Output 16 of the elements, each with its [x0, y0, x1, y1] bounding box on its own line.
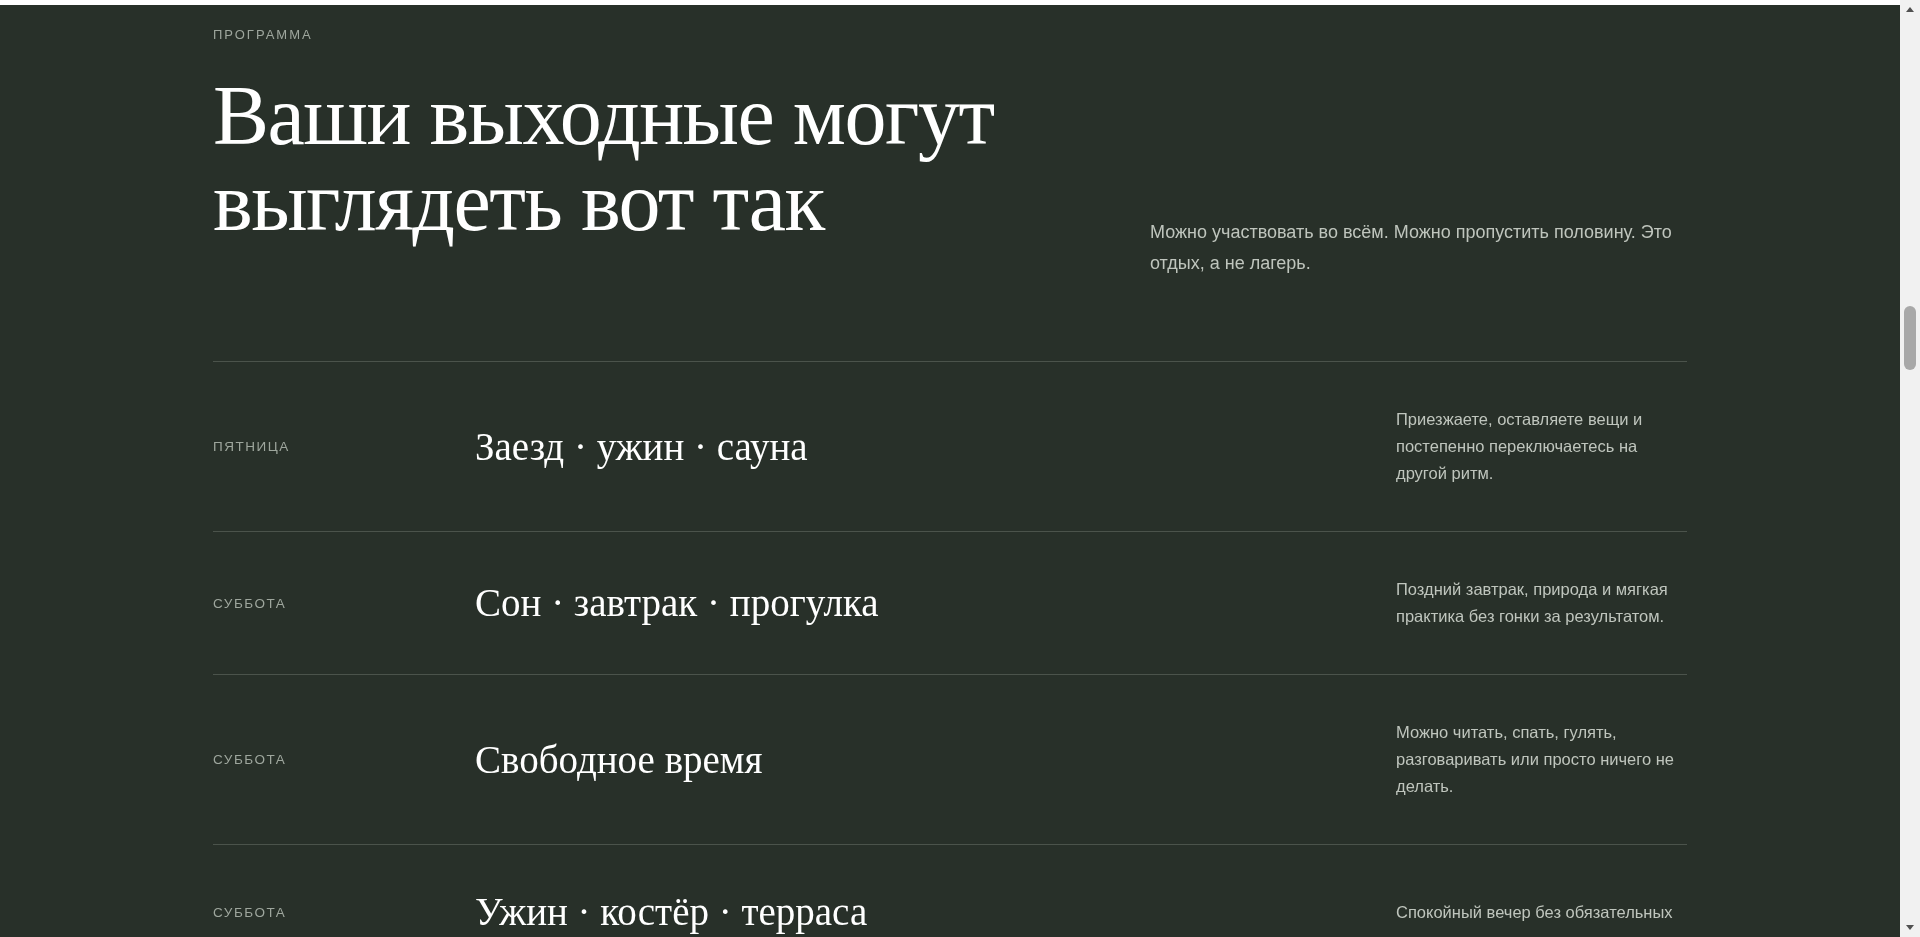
intro-text: Можно участвовать во всём. Можно пропустить половину. Это отдых, а не лагерь. [1150, 221, 1673, 275]
activity-title: Сон · завтрак · прогулка [475, 580, 879, 626]
day-label: ПЯТНИЦА [213, 439, 290, 454]
scrollbar-drawing[interactable] [1900, 0, 1920, 937]
day-label: СУББОТА [213, 752, 287, 767]
activity-title: Заезд · ужин · сауна [475, 423, 808, 470]
activity-title: Ужин · костёр · терраса [475, 889, 868, 935]
section-heading: Ваши выходные могут выглядеть вот так [213, 73, 995, 250]
section-label: ПРОГРАММА [213, 27, 313, 43]
activity-title: Свободное время [475, 736, 763, 783]
activity-description: Спокойный вечер без обязательных [1396, 901, 1674, 923]
activity-description: Можно читать, спать, гулять, разговаривать или просто ничего не делать. [1396, 722, 1675, 797]
activity-description: Приезжаете, оставляете вещи и постепенно переключаетесь на другой ритм. [1396, 409, 1644, 484]
activity-description: Поздний завтрак, природа и мягкая практика без гонки за результатом. [1396, 579, 1669, 627]
day-label: СУББОТА [213, 904, 287, 920]
day-label: СУББОТА [213, 595, 287, 611]
